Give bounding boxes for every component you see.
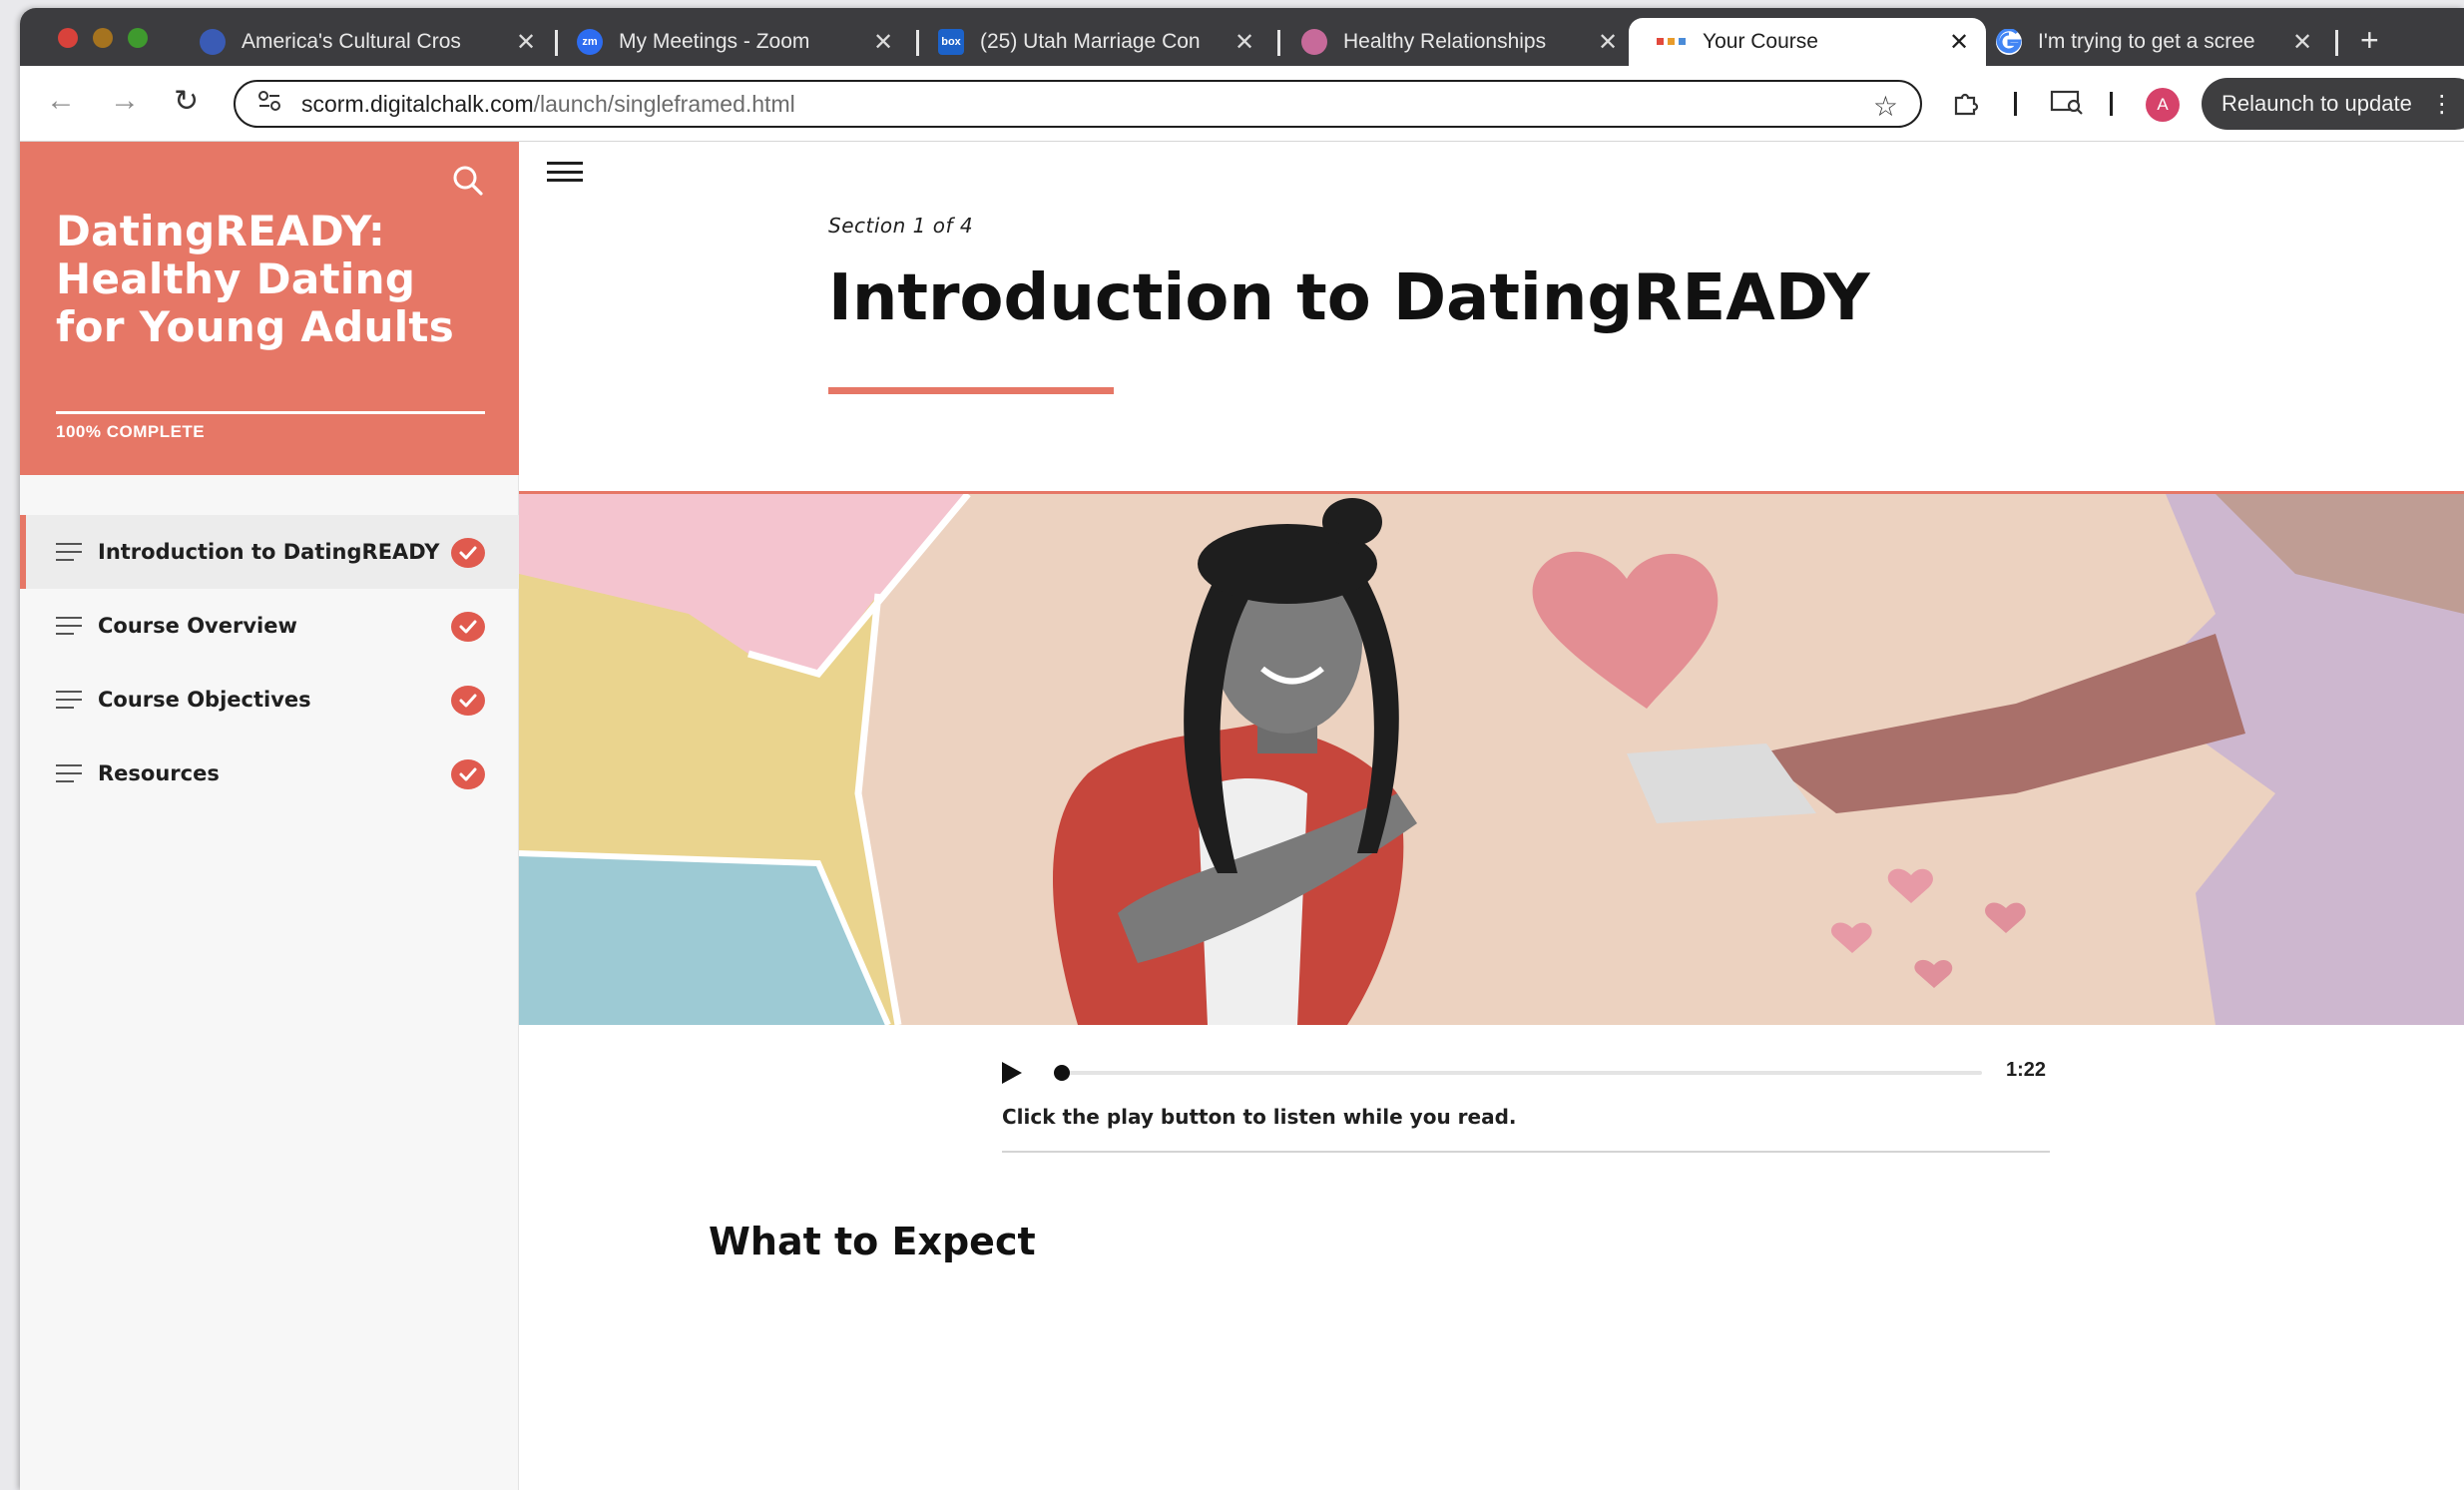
- check-icon: [451, 759, 485, 789]
- tab-americas-cultural[interactable]: America's Cultural Cros ✕: [200, 18, 539, 66]
- close-icon[interactable]: ✕: [1232, 28, 1257, 57]
- tab-google-search[interactable]: I'm trying to get a scree ✕: [1996, 18, 2315, 66]
- forward-arrow-icon[interactable]: →: [110, 84, 140, 118]
- tab-separator: [916, 30, 919, 56]
- lesson-lines-icon: [56, 764, 82, 782]
- tab-strip: America's Cultural Cros ✕ zm My Meetings…: [20, 8, 2464, 66]
- menu-hamburger-icon[interactable]: [547, 162, 583, 182]
- lesson-lines-icon: [56, 543, 82, 561]
- course-title: DatingREADY: Healthy Dating for Young Ad…: [56, 207, 455, 351]
- lesson-label: Course Overview: [98, 614, 297, 638]
- site-settings-icon[interactable]: [257, 90, 281, 118]
- maximize-window-button[interactable]: [128, 28, 148, 48]
- tab-title: My Meetings - Zoom: [619, 30, 810, 53]
- close-icon[interactable]: ✕: [2289, 28, 2315, 57]
- audio-divider: [1002, 1151, 2050, 1153]
- lesson-list: Introduction to DatingREADY Course Overv…: [20, 515, 519, 810]
- check-icon: [451, 538, 485, 568]
- extensions-puzzle-icon[interactable]: [1952, 88, 1982, 125]
- tab-separator: [2335, 30, 2338, 56]
- sidebar-item-course-objectives[interactable]: Course Objectives: [20, 663, 519, 737]
- lesson-lines-icon: [56, 691, 82, 709]
- sidebar-item-course-overview[interactable]: Course Overview: [20, 589, 519, 663]
- audio-player: 1:22 Click the play button to listen whi…: [1002, 1055, 2050, 1203]
- google-icon: [1996, 29, 2022, 55]
- check-icon: [451, 686, 485, 716]
- reload-icon[interactable]: ↻: [174, 84, 199, 119]
- course-favicon-icon: [1657, 29, 1687, 55]
- tab-separator: [555, 30, 558, 56]
- search-icon[interactable]: [451, 164, 485, 198]
- audio-seek-bar[interactable]: [1054, 1065, 1982, 1081]
- profile-avatar[interactable]: A: [2146, 88, 2180, 122]
- tab-title: (25) Utah Marriage Con: [980, 30, 1201, 53]
- relaunch-label: Relaunch to update: [2221, 91, 2412, 116]
- page-title: Introduction to DatingREADY: [828, 261, 1870, 335]
- tab-title: Your Course: [1703, 30, 1818, 53]
- browser-window: America's Cultural Cros ✕ zm My Meetings…: [20, 8, 2464, 1490]
- sidebar-item-resources[interactable]: Resources: [20, 737, 519, 810]
- globe-icon: [200, 29, 226, 55]
- audio-seek-handle[interactable]: [1054, 1065, 1070, 1081]
- minimize-window-button[interactable]: [93, 28, 113, 48]
- close-icon[interactable]: ✕: [1946, 28, 1972, 57]
- browser-toolbar: ← → ↻ scorm.digitalchalk.com/launch/sing…: [20, 66, 2464, 142]
- lesson-content: Section 1 of 4 Introduction to DatingREA…: [519, 142, 2464, 1490]
- bookmark-star-icon[interactable]: ☆: [1873, 90, 1898, 123]
- course-progress-bar: [56, 411, 485, 414]
- zoom-icon: zm: [577, 29, 603, 55]
- play-button[interactable]: [1002, 1062, 1022, 1084]
- url-host: scorm.digitalchalk.com: [301, 90, 534, 117]
- audio-caption: Click the play button to listen while yo…: [1002, 1105, 1517, 1129]
- tab-utah-marriage[interactable]: box (25) Utah Marriage Con ✕: [938, 18, 1257, 66]
- section-label: Section 1 of 4: [828, 214, 974, 238]
- tab-your-course[interactable]: Your Course ✕: [1629, 18, 1986, 66]
- tab-title: Healthy Relationships: [1343, 30, 1547, 53]
- address-bar[interactable]: scorm.digitalchalk.com/launch/singlefram…: [234, 80, 1922, 128]
- sidebar-item-introduction[interactable]: Introduction to DatingREADY: [20, 515, 519, 589]
- title-underline: [828, 387, 1114, 394]
- cast-search-icon[interactable]: [2050, 88, 2084, 123]
- more-menu-icon[interactable]: ⋮: [2430, 90, 2454, 119]
- toolbar-separator: [2110, 92, 2113, 116]
- lesson-label: Introduction to DatingREADY: [98, 540, 440, 564]
- box-icon: box: [938, 29, 964, 55]
- close-icon[interactable]: ✕: [870, 28, 896, 57]
- course-progress-fill: [56, 411, 485, 414]
- toolbar-separator: [2014, 92, 2017, 116]
- back-arrow-icon[interactable]: ←: [46, 84, 76, 118]
- lesson-lines-icon: [56, 617, 82, 635]
- audio-duration: 1:22: [2006, 1059, 2047, 1081]
- hero-image: [519, 494, 2464, 1025]
- lesson-label: Course Objectives: [98, 688, 311, 712]
- tab-title: I'm trying to get a scree: [2038, 30, 2255, 53]
- new-tab-button[interactable]: +: [2360, 22, 2379, 59]
- close-icon[interactable]: ✕: [1595, 28, 1621, 57]
- close-window-button[interactable]: [58, 28, 78, 48]
- section-heading: What to Expect: [709, 1220, 1036, 1263]
- tab-healthy-relationships[interactable]: Healthy Relationships ✕: [1301, 18, 1621, 66]
- tab-my-meetings-zoom[interactable]: zm My Meetings - Zoom ✕: [577, 18, 896, 66]
- url-path: /launch/singleframed.html: [533, 90, 795, 117]
- tab-separator: [1277, 30, 1280, 56]
- check-icon: [451, 612, 485, 642]
- relaunch-to-update-button[interactable]: Relaunch to update ⋮: [2202, 78, 2464, 130]
- course-sidebar: DatingREADY: Healthy Dating for Young Ad…: [20, 142, 519, 1490]
- heart-icon: [1301, 29, 1327, 55]
- lesson-label: Resources: [98, 761, 220, 785]
- course-header: DatingREADY: Healthy Dating for Young Ad…: [20, 142, 519, 475]
- tab-title: America's Cultural Cros: [242, 30, 461, 53]
- course-progress-text: 100% COMPLETE: [56, 422, 206, 441]
- close-icon[interactable]: ✕: [513, 28, 539, 57]
